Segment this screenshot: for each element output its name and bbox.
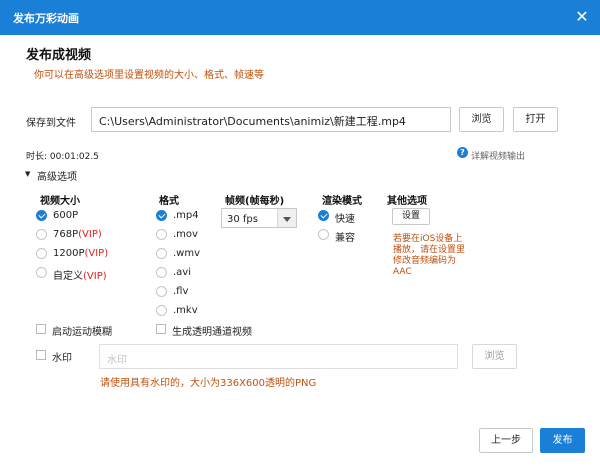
framerate-select[interactable]: 30 fps [221,208,297,228]
format-label-flv: .flv [173,286,189,297]
other-options-header: 其他选项 [387,196,427,207]
radio-mkv[interactable] [156,305,167,316]
title-bar: 发布万彩动画 ✕ [0,0,600,35]
video-size-header: 视频大小 [40,196,80,207]
size-label-custom: 自定义(VIP) [53,271,107,282]
radio-fast[interactable] [318,210,329,221]
radio-mov[interactable] [156,229,167,240]
browse-button[interactable]: 浏览 [459,107,504,132]
radio-mp4[interactable] [156,210,167,221]
size-label-1200p: 1200P(VIP) [53,248,109,259]
alpha-video-label: 生成透明通道视频 [172,327,252,338]
size-label-768p: 768P(VIP) [53,229,102,240]
help-link[interactable]: 详解视频输出 [471,149,525,162]
ios-note: 若要在iOS设备上 播放，请在设置里 修改音频编码为 AAC [393,234,466,277]
format-label-avi: .avi [173,267,192,278]
framerate-header: 帧频(帧每秒) [225,196,285,207]
render-label-compatible: 兼容 [335,233,355,244]
watermark-hint: 请使用具有水印的，大小为336X600透明的PNG [100,378,317,389]
section-hint: 你可以在高级选项里设置视频的大小、格式、帧速等 [34,70,264,81]
close-icon[interactable]: ✕ [572,7,592,27]
watermark-placeholder: 水印 [107,355,127,366]
framerate-value: 30 fps [227,214,258,225]
radio-1200p[interactable] [36,248,47,259]
open-button[interactable]: 打开 [513,107,558,132]
watermark-label: 水印 [52,353,72,364]
window-title: 发布万彩动画 [13,12,79,25]
advanced-options-toggle[interactable]: 高级选项 [37,168,77,183]
alpha-video-checkbox[interactable] [156,324,166,334]
format-label-mp4: .mp4 [173,210,199,221]
format-label-wmv: .wmv [173,248,201,259]
radio-flv[interactable] [156,286,167,297]
radio-768p[interactable] [36,229,47,240]
save-label: 保存到文件 [26,118,76,129]
radio-custom[interactable] [36,267,47,278]
format-label-mkv: .mkv [173,305,198,316]
radio-avi[interactable] [156,267,167,278]
prev-button[interactable]: 上一步 [479,428,533,453]
watermark-checkbox[interactable] [36,350,46,360]
save-path-value: C:\Users\Administrator\Documents\animiz\… [99,115,406,128]
render-label-fast: 快速 [335,214,355,225]
chevron-down-icon [277,209,296,227]
radio-wmv[interactable] [156,248,167,259]
settings-button[interactable]: 设置 [392,208,430,225]
publish-button[interactable]: 发布 [540,428,585,453]
publish-dialog: 发布万彩动画 ✕ 发布成视频 你可以在高级选项里设置视频的大小、格式、帧速等 保… [0,0,600,467]
watermark-browse-button[interactable]: 浏览 [472,344,517,369]
caret-down-icon[interactable]: ▼ [25,170,30,178]
motion-blur-checkbox[interactable] [36,324,46,334]
save-path-input[interactable]: C:\Users\Administrator\Documents\animiz\… [91,107,451,132]
format-header: 格式 [159,196,179,207]
format-label-mov: .mov [173,229,198,240]
watermark-input[interactable]: 水印 [99,344,458,369]
section-title: 发布成视频 [26,48,92,63]
duration-text: 时长: 00:01:02.5 [26,152,99,162]
motion-blur-label: 启动运动模糊 [52,327,112,338]
radio-600p[interactable] [36,210,47,221]
size-label-600p: 600P [53,210,79,221]
radio-compatible[interactable] [318,229,329,240]
render-mode-header: 渲染模式 [322,196,362,207]
help-icon[interactable]: ? [457,147,468,158]
